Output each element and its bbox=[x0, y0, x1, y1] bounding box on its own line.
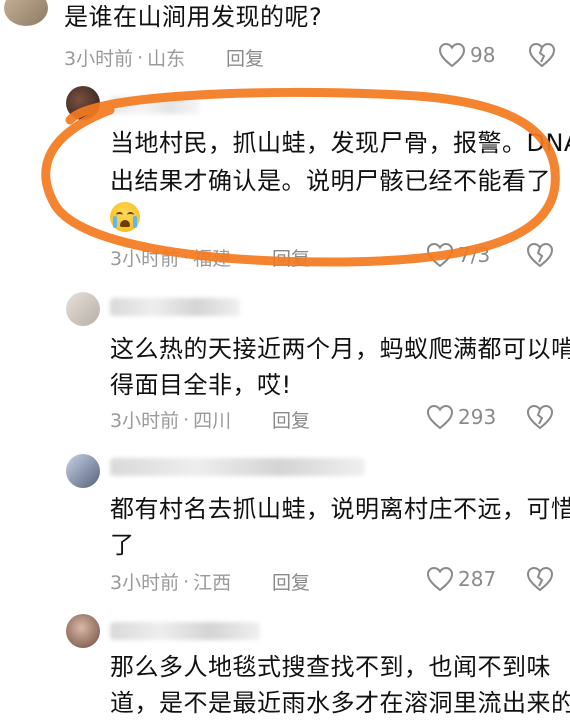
comment-text: 都有村名去抓山蛙，说明离村庄不远，可惜 bbox=[110, 495, 570, 523]
comment-meta: 3小时前 · 江西 bbox=[110, 568, 231, 595]
comment-time: 3小时前 bbox=[110, 410, 180, 432]
comment-meta: 3小时前 · 四川 bbox=[110, 406, 231, 433]
like-count: 7/3 bbox=[458, 243, 491, 267]
comment-location: 山东 bbox=[147, 48, 186, 70]
like-button[interactable]: 293 bbox=[426, 404, 496, 430]
reply-button[interactable]: 回复 bbox=[272, 406, 310, 433]
broken-heart-icon[interactable] bbox=[526, 566, 554, 592]
reply-button[interactable]: 回复 bbox=[272, 244, 310, 271]
like-button[interactable]: 287 bbox=[426, 566, 496, 592]
comment-meta: 3小时前 · 山东 bbox=[64, 44, 185, 71]
like-button[interactable]: 98 bbox=[438, 42, 495, 68]
avatar[interactable] bbox=[66, 292, 100, 326]
comment-text: 得面目全非，哎! bbox=[110, 371, 292, 399]
username-blurred bbox=[110, 96, 200, 114]
heart-outline-icon bbox=[426, 242, 454, 268]
like-count: 293 bbox=[458, 405, 497, 429]
username-blurred bbox=[110, 298, 240, 316]
like-button[interactable]: 7/3 bbox=[426, 242, 490, 268]
broken-heart-icon[interactable] bbox=[526, 404, 554, 430]
username-blurred bbox=[110, 458, 365, 476]
broken-heart-icon[interactable] bbox=[528, 42, 556, 68]
avatar[interactable] bbox=[66, 86, 100, 120]
meta-separator: · bbox=[183, 408, 190, 431]
comment-location: 江西 bbox=[193, 572, 232, 594]
comment-text: 出结果才确认是。说明尸骸已经不能看了 bbox=[110, 167, 551, 195]
comment-text: 那么多人地毯式搜查找不到，也闻不到味 bbox=[110, 653, 551, 681]
comment-text: 这么热的天接近两个月，蚂蚁爬满都可以啃 bbox=[110, 335, 570, 363]
like-count: 98 bbox=[470, 43, 496, 67]
heart-outline-icon bbox=[426, 404, 454, 430]
comment-time: 3小时前 bbox=[110, 248, 180, 270]
comment-time: 3小时前 bbox=[110, 572, 180, 594]
comment-text: 了 bbox=[110, 531, 135, 559]
meta-separator: · bbox=[183, 246, 190, 269]
broken-heart-icon[interactable] bbox=[526, 242, 554, 268]
avatar[interactable] bbox=[66, 454, 100, 488]
avatar[interactable] bbox=[4, 0, 48, 26]
comment-text: 当地村民，抓山蛙，发现尸骨，报警。DNA bbox=[110, 129, 570, 157]
username-blurred bbox=[110, 622, 260, 640]
reply-button[interactable]: 回复 bbox=[226, 44, 264, 71]
comment-location: 四川 bbox=[193, 410, 232, 432]
comment-location: 福建 bbox=[193, 248, 232, 270]
comment-text: 是谁在山涧用发现的呢? bbox=[64, 3, 323, 31]
meta-separator: · bbox=[183, 570, 190, 593]
heart-outline-icon bbox=[426, 566, 454, 592]
comment-meta: 3小时前 · 福建 bbox=[110, 244, 231, 271]
heart-outline-icon bbox=[438, 42, 466, 68]
crying-face-icon bbox=[110, 202, 140, 232]
meta-separator: · bbox=[137, 46, 144, 69]
comment-time: 3小时前 bbox=[64, 48, 134, 70]
comment-text: 道，是不是最近雨水多才在溶洞里流出来的 bbox=[110, 689, 570, 717]
like-count: 287 bbox=[458, 567, 497, 591]
reply-button[interactable]: 回复 bbox=[272, 568, 310, 595]
avatar[interactable] bbox=[66, 614, 100, 648]
